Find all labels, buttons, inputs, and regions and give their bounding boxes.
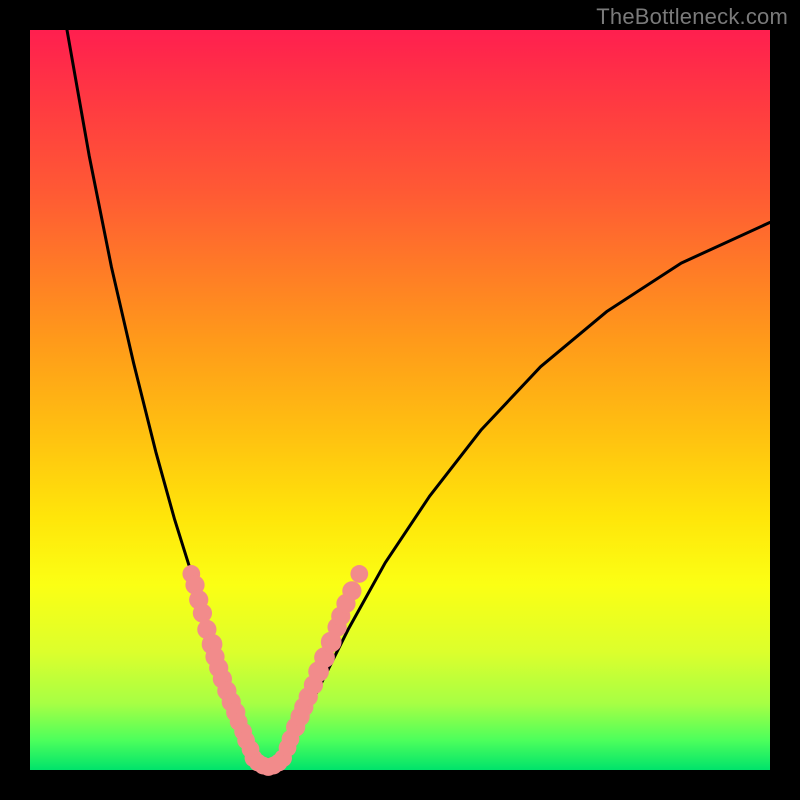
curve-layer xyxy=(67,30,770,768)
data-dot xyxy=(342,581,361,600)
data-dot xyxy=(350,565,368,583)
data-dot xyxy=(193,604,212,623)
bottleneck-curve xyxy=(67,30,770,768)
chart-svg xyxy=(30,30,770,770)
chart-panel xyxy=(30,30,770,770)
dots-layer xyxy=(182,565,368,776)
watermark-text: TheBottleneck.com xyxy=(596,4,788,30)
chart-frame: TheBottleneck.com xyxy=(0,0,800,800)
